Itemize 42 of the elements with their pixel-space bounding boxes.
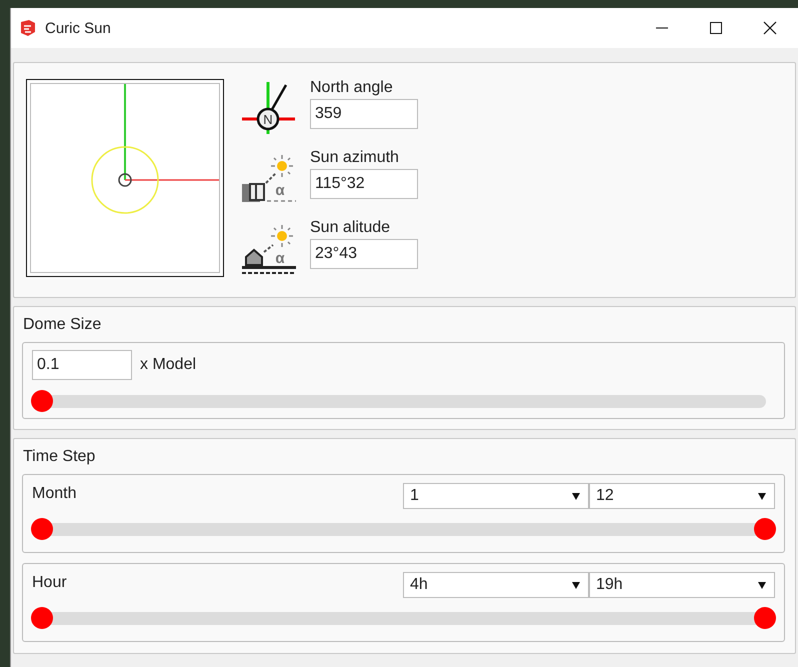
building-icon [242, 183, 265, 202]
icon-letter: N [263, 112, 273, 127]
dashed-line [265, 172, 277, 184]
slider-thumb[interactable] [31, 607, 53, 629]
dropdown[interactable]: 19h [589, 572, 775, 598]
window-title: Curic Sun [45, 20, 112, 36]
caret-icon [572, 582, 580, 588]
dropdown[interactable]: 1 [403, 483, 589, 509]
angle-field[interactable]: 359 [310, 99, 418, 129]
range-label: Hour [32, 573, 68, 592]
angle-field[interactable]: 23°43 [310, 239, 418, 269]
section-title: Time Step [22, 447, 96, 467]
dropdown[interactable]: 4h [403, 572, 589, 598]
app-logo-icon [19, 19, 37, 37]
icon-letter: α [275, 182, 285, 199]
house-on-ground-icon [242, 248, 296, 274]
field-label: Sun alitude [310, 219, 392, 237]
slider-thumb[interactable] [31, 518, 53, 540]
dashed-line [263, 244, 274, 253]
maximize-icon [710, 22, 722, 34]
field-label: North angle [310, 79, 394, 97]
range-slider[interactable] [31, 518, 776, 540]
section-title: Dome Size [22, 315, 102, 335]
caret-icon [758, 582, 766, 588]
field-label: Sun azimuth [310, 149, 400, 167]
unit-label: x Model [140, 356, 196, 374]
range-label: Month [32, 484, 78, 503]
dome-size-field[interactable]: 0.1 [32, 350, 132, 380]
caret-icon [572, 492, 580, 500]
dropdown[interactable]: 12 [589, 483, 775, 509]
icon-letter: α [275, 250, 285, 267]
caret-icon [758, 492, 766, 500]
sun-icon [271, 155, 293, 177]
slider-thumb[interactable] [754, 518, 776, 540]
slider-thumb[interactable] [31, 390, 53, 412]
north-compass-icon [242, 82, 295, 134]
sun-icon [271, 225, 293, 247]
range-slider[interactable] [31, 607, 776, 629]
close-icon [763, 21, 777, 35]
slider-thumb[interactable] [754, 607, 776, 629]
ground-line [267, 200, 296, 202]
angle-field[interactable]: 115°32 [310, 169, 418, 199]
